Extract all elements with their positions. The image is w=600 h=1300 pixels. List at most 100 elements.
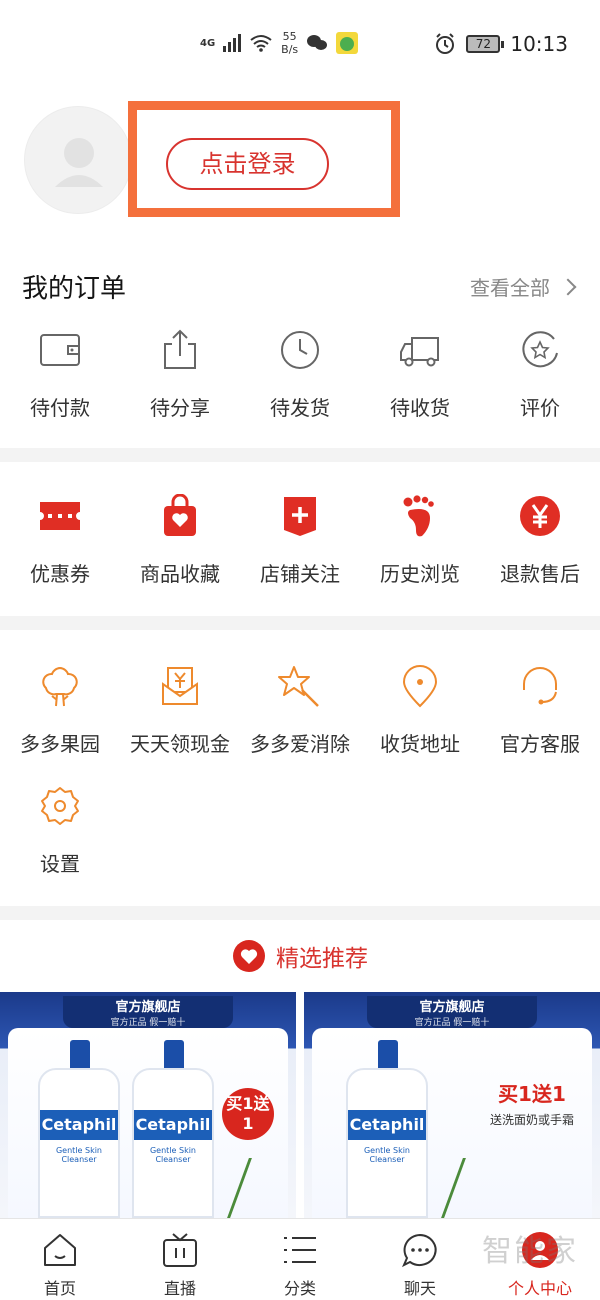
nav-home[interactable]: 首页 — [0, 1219, 120, 1300]
tool-match-game[interactable]: 多多爱消除 — [240, 662, 360, 757]
service-refund[interactable]: 退款售后 — [480, 492, 600, 587]
tv-icon — [160, 1231, 200, 1269]
product-bottle: Cetaphil Gentle Skin Cleanser — [346, 1040, 428, 1218]
product-image: Cetaphil Gentle Skin Cleanser Cetaphil G… — [8, 1028, 289, 1218]
order-item-pending-receipt[interactable]: 待收货 — [360, 326, 480, 421]
tool-label: 多多果园 — [20, 732, 100, 756]
promo-subtitle: 送洗面奶或手霜 — [489, 1113, 574, 1127]
tool-settings[interactable]: 设置 — [0, 782, 120, 877]
bottle-pump — [378, 1040, 398, 1068]
speed-value: 55 — [282, 30, 297, 43]
order-item-label: 待分享 — [150, 396, 210, 420]
promo-banner: 买1送1 送洗面奶或手霜 — [490, 1078, 574, 1128]
clock-time: 10:13 — [510, 32, 568, 56]
alarm-icon — [436, 33, 455, 54]
list-icon — [280, 1231, 320, 1269]
footprint-icon — [396, 492, 444, 540]
watermark-text: 智能家 — [482, 1234, 578, 1269]
tool-daily-cash[interactable]: 天天领现金 — [120, 662, 240, 757]
service-label: 优惠券 — [30, 562, 90, 586]
order-status-row: 待付款 待分享 待发货 待收货 评价 — [0, 326, 600, 421]
tool-customer-service[interactable]: 官方客服 — [480, 662, 600, 757]
service-label: 店铺关注 — [260, 562, 340, 586]
star-wand-icon — [276, 662, 324, 710]
nav-chat[interactable]: 聊天 — [360, 1219, 480, 1300]
review-icon — [516, 326, 564, 374]
section-separator — [0, 616, 600, 630]
tool-shipping-address[interactable]: 收货地址 — [360, 662, 480, 757]
order-item-review[interactable]: 评价 — [480, 326, 600, 421]
default-user-icon — [55, 138, 103, 187]
orders-section: 我的订单 查看全部 待付款 待分享 待发货 待收货 评价 — [0, 242, 600, 448]
section-separator — [0, 906, 600, 920]
store-tag: 官方旗舰店 官方正品 假一赔十 — [367, 996, 537, 1028]
tools-row-1: 多多果园 天天领现金 多多爱消除 收货地址 官方客服 — [0, 662, 600, 757]
login-button[interactable]: 点击登录 — [166, 138, 329, 190]
network-type: 4G — [200, 37, 216, 49]
wifi-icon — [250, 35, 272, 52]
view-all-orders-link[interactable]: 查看全部 — [470, 272, 577, 301]
store-follow-icon — [276, 492, 324, 540]
store-name: 官方旗舰店 — [115, 1000, 181, 1015]
service-coupons[interactable]: 优惠券 — [0, 492, 120, 587]
tool-label: 收货地址 — [380, 732, 460, 756]
service-favorites[interactable]: 商品收藏 — [120, 492, 240, 587]
headset-icon — [516, 662, 564, 710]
view-all-label: 查看全部 — [470, 276, 550, 300]
wechat-icon — [307, 35, 328, 50]
store-name: 官方旗舰店 — [419, 1000, 485, 1015]
tool-label: 多多爱消除 — [250, 732, 350, 756]
nav-category[interactable]: 分类 — [240, 1219, 360, 1300]
product-brand: Cetaphil — [134, 1110, 212, 1140]
favorite-bag-icon — [156, 492, 204, 540]
order-item-pending-payment[interactable]: 待付款 — [0, 326, 120, 421]
settings-icon — [36, 782, 84, 830]
section-separator — [0, 448, 600, 462]
wallet-icon — [36, 326, 84, 374]
service-label: 商品收藏 — [140, 562, 220, 586]
store-sub: 官方正品 假一赔十 — [414, 1018, 490, 1028]
nav-label: 聊天 — [403, 1279, 436, 1298]
signal-icon — [223, 34, 242, 52]
coupon-icon — [36, 492, 84, 540]
product-bottle: Cetaphil Gentle Skin Cleanser — [38, 1040, 120, 1218]
tool-orchard[interactable]: 多多果园 — [0, 662, 120, 757]
home-icon — [40, 1231, 80, 1269]
featured-heading: 精选推荐 — [0, 920, 600, 992]
speed-unit: B/s — [281, 43, 299, 56]
app-notification-icon — [336, 32, 359, 54]
product-brand: Cetaphil — [40, 1110, 118, 1140]
tool-label: 天天领现金 — [130, 732, 230, 756]
product-subtitle: Gentle Skin Cleanser — [55, 1146, 103, 1164]
network-speed: 55 B/s — [281, 30, 298, 56]
product-card[interactable]: 官方旗舰店 官方正品 假一赔十 Cetaphil Gentle Skin Cle… — [304, 992, 600, 1218]
order-item-pending-share[interactable]: 待分享 — [120, 326, 240, 421]
featured-label: 精选推荐 — [276, 946, 368, 972]
chevron-right-icon — [559, 278, 577, 295]
order-item-label: 待收货 — [390, 396, 450, 420]
order-item-label: 待付款 — [30, 396, 90, 420]
nav-label: 直播 — [163, 1279, 196, 1298]
nav-label: 首页 — [43, 1279, 76, 1298]
leaf-decoration — [227, 1158, 289, 1218]
product-subtitle: Gentle Skin Cleanser — [363, 1146, 411, 1164]
product-card[interactable]: 官方旗舰店 官方正品 假一赔十 Cetaphil Gentle Skin Cle… — [0, 992, 296, 1218]
nav-label: 个人中心 — [507, 1279, 572, 1298]
share-icon — [156, 326, 204, 374]
avatar[interactable] — [24, 106, 132, 214]
nav-label: 分类 — [283, 1279, 316, 1298]
order-item-label: 评价 — [520, 396, 560, 420]
product-brand: Cetaphil — [348, 1110, 426, 1140]
product-bottle: Cetaphil Gentle Skin Cleanser — [132, 1040, 214, 1218]
tools-row-2: 设置 — [0, 782, 600, 877]
battery-indicator: 72 — [466, 35, 505, 53]
clock-icon — [276, 326, 324, 374]
nav-live[interactable]: 直播 — [120, 1219, 240, 1300]
truck-icon — [396, 326, 444, 374]
service-store-follow[interactable]: 店铺关注 — [240, 492, 360, 587]
order-item-pending-shipment[interactable]: 待发货 — [240, 326, 360, 421]
service-history[interactable]: 历史浏览 — [360, 492, 480, 587]
tree-icon — [36, 662, 84, 710]
location-icon — [396, 662, 444, 710]
profile-header: 点击登录 — [0, 88, 600, 243]
